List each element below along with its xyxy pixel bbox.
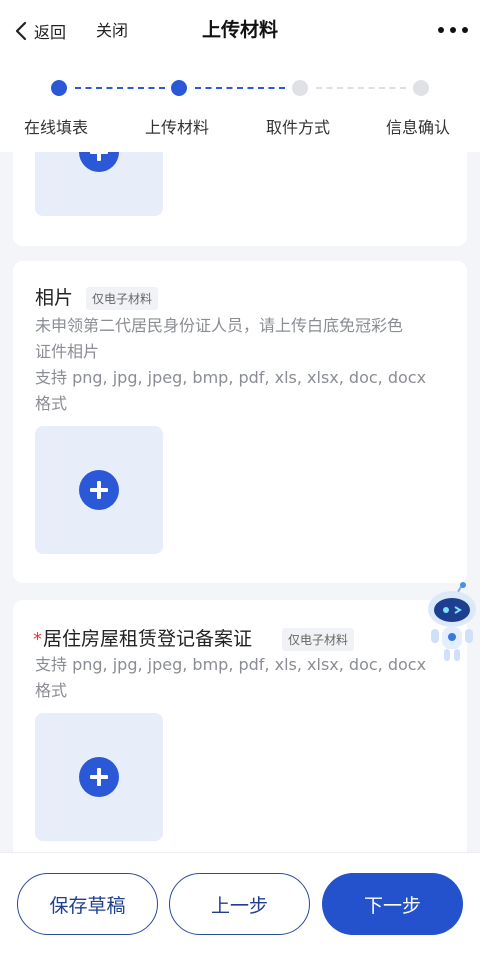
material-title: 相片 bbox=[35, 287, 74, 309]
material-description: 支持 png, jpg, jpeg, bmp, pdf, xls, xlsx, … bbox=[35, 652, 450, 704]
more-dots-icon[interactable] bbox=[438, 22, 468, 38]
save-draft-button[interactable]: 保存草稿 bbox=[17, 873, 158, 935]
more-dot bbox=[438, 27, 444, 33]
material-card-rental-certificate: *居住房屋租赁登记备案证 仅电子材料 支持 png, jpg, jpeg, bm… bbox=[13, 600, 467, 852]
upload-box[interactable] bbox=[35, 713, 163, 841]
step-label-2: 上传材料 bbox=[145, 118, 210, 137]
description-line: 格式 bbox=[35, 394, 68, 413]
chevron-left-icon bbox=[15, 21, 27, 41]
plus-icon bbox=[79, 757, 119, 797]
upload-box[interactable] bbox=[35, 152, 163, 216]
back-button[interactable]: 返回 bbox=[14, 18, 66, 44]
bottom-action-bar: 保存草稿 上一步 下一步 bbox=[0, 852, 480, 955]
step-dot-1 bbox=[51, 80, 67, 96]
step-dot-4 bbox=[413, 80, 429, 96]
required-mark: * bbox=[33, 629, 42, 650]
material-card-photo: 相片 仅电子材料 未申领第二代居民身份证人员，请上传白底免冠彩色 证件相片 支持… bbox=[13, 261, 467, 583]
robot-assistant-icon[interactable] bbox=[422, 582, 480, 666]
step-connector-2 bbox=[195, 87, 285, 89]
material-title: *居住房屋租赁登记备案证 bbox=[33, 624, 252, 651]
plus-icon bbox=[79, 152, 119, 172]
page-title: 上传材料 bbox=[201, 19, 278, 41]
material-card bbox=[13, 152, 467, 246]
description-line: 未申领第二代居民身份证人员，请上传白底免冠彩色 bbox=[35, 316, 404, 335]
step-progress: 在线填表 上传材料 取件方式 信息确认 bbox=[0, 62, 480, 152]
more-dot bbox=[462, 27, 468, 33]
step-dot-2 bbox=[171, 80, 187, 96]
description-line: 支持 png, jpg, jpeg, bmp, pdf, xls, xlsx, … bbox=[35, 655, 427, 674]
next-step-button[interactable]: 下一步 bbox=[322, 873, 463, 935]
step-label-1: 在线填表 bbox=[24, 118, 89, 137]
description-line: 证件相片 bbox=[35, 342, 100, 361]
step-label-4: 信息确认 bbox=[386, 118, 451, 137]
material-description: 未申领第二代居民身份证人员，请上传白底免冠彩色 证件相片 支持 png, jpg… bbox=[35, 313, 450, 417]
step-dot-3 bbox=[292, 80, 308, 96]
materials-list[interactable]: 相片 仅电子材料 未申领第二代居民身份证人员，请上传白底免冠彩色 证件相片 支持… bbox=[0, 152, 480, 852]
step-connector-1 bbox=[75, 87, 165, 89]
step-connector-3 bbox=[316, 87, 406, 89]
description-line: 支持 png, jpg, jpeg, bmp, pdf, xls, xlsx, … bbox=[35, 368, 427, 387]
previous-step-button[interactable]: 上一步 bbox=[169, 873, 310, 935]
back-label: 返回 bbox=[34, 23, 67, 42]
more-dot bbox=[450, 27, 456, 33]
material-title-text: 居住房屋租赁登记备案证 bbox=[43, 628, 253, 650]
description-line: 格式 bbox=[35, 681, 68, 700]
upload-box[interactable] bbox=[35, 426, 163, 554]
step-label-3: 取件方式 bbox=[266, 118, 331, 137]
material-tag: 仅电子材料 bbox=[282, 628, 355, 651]
top-nav-bar: 返回 关闭 上传材料 bbox=[0, 0, 480, 62]
plus-icon bbox=[79, 470, 119, 510]
material-tag: 仅电子材料 bbox=[86, 287, 159, 310]
close-button[interactable]: 关闭 bbox=[96, 18, 128, 44]
